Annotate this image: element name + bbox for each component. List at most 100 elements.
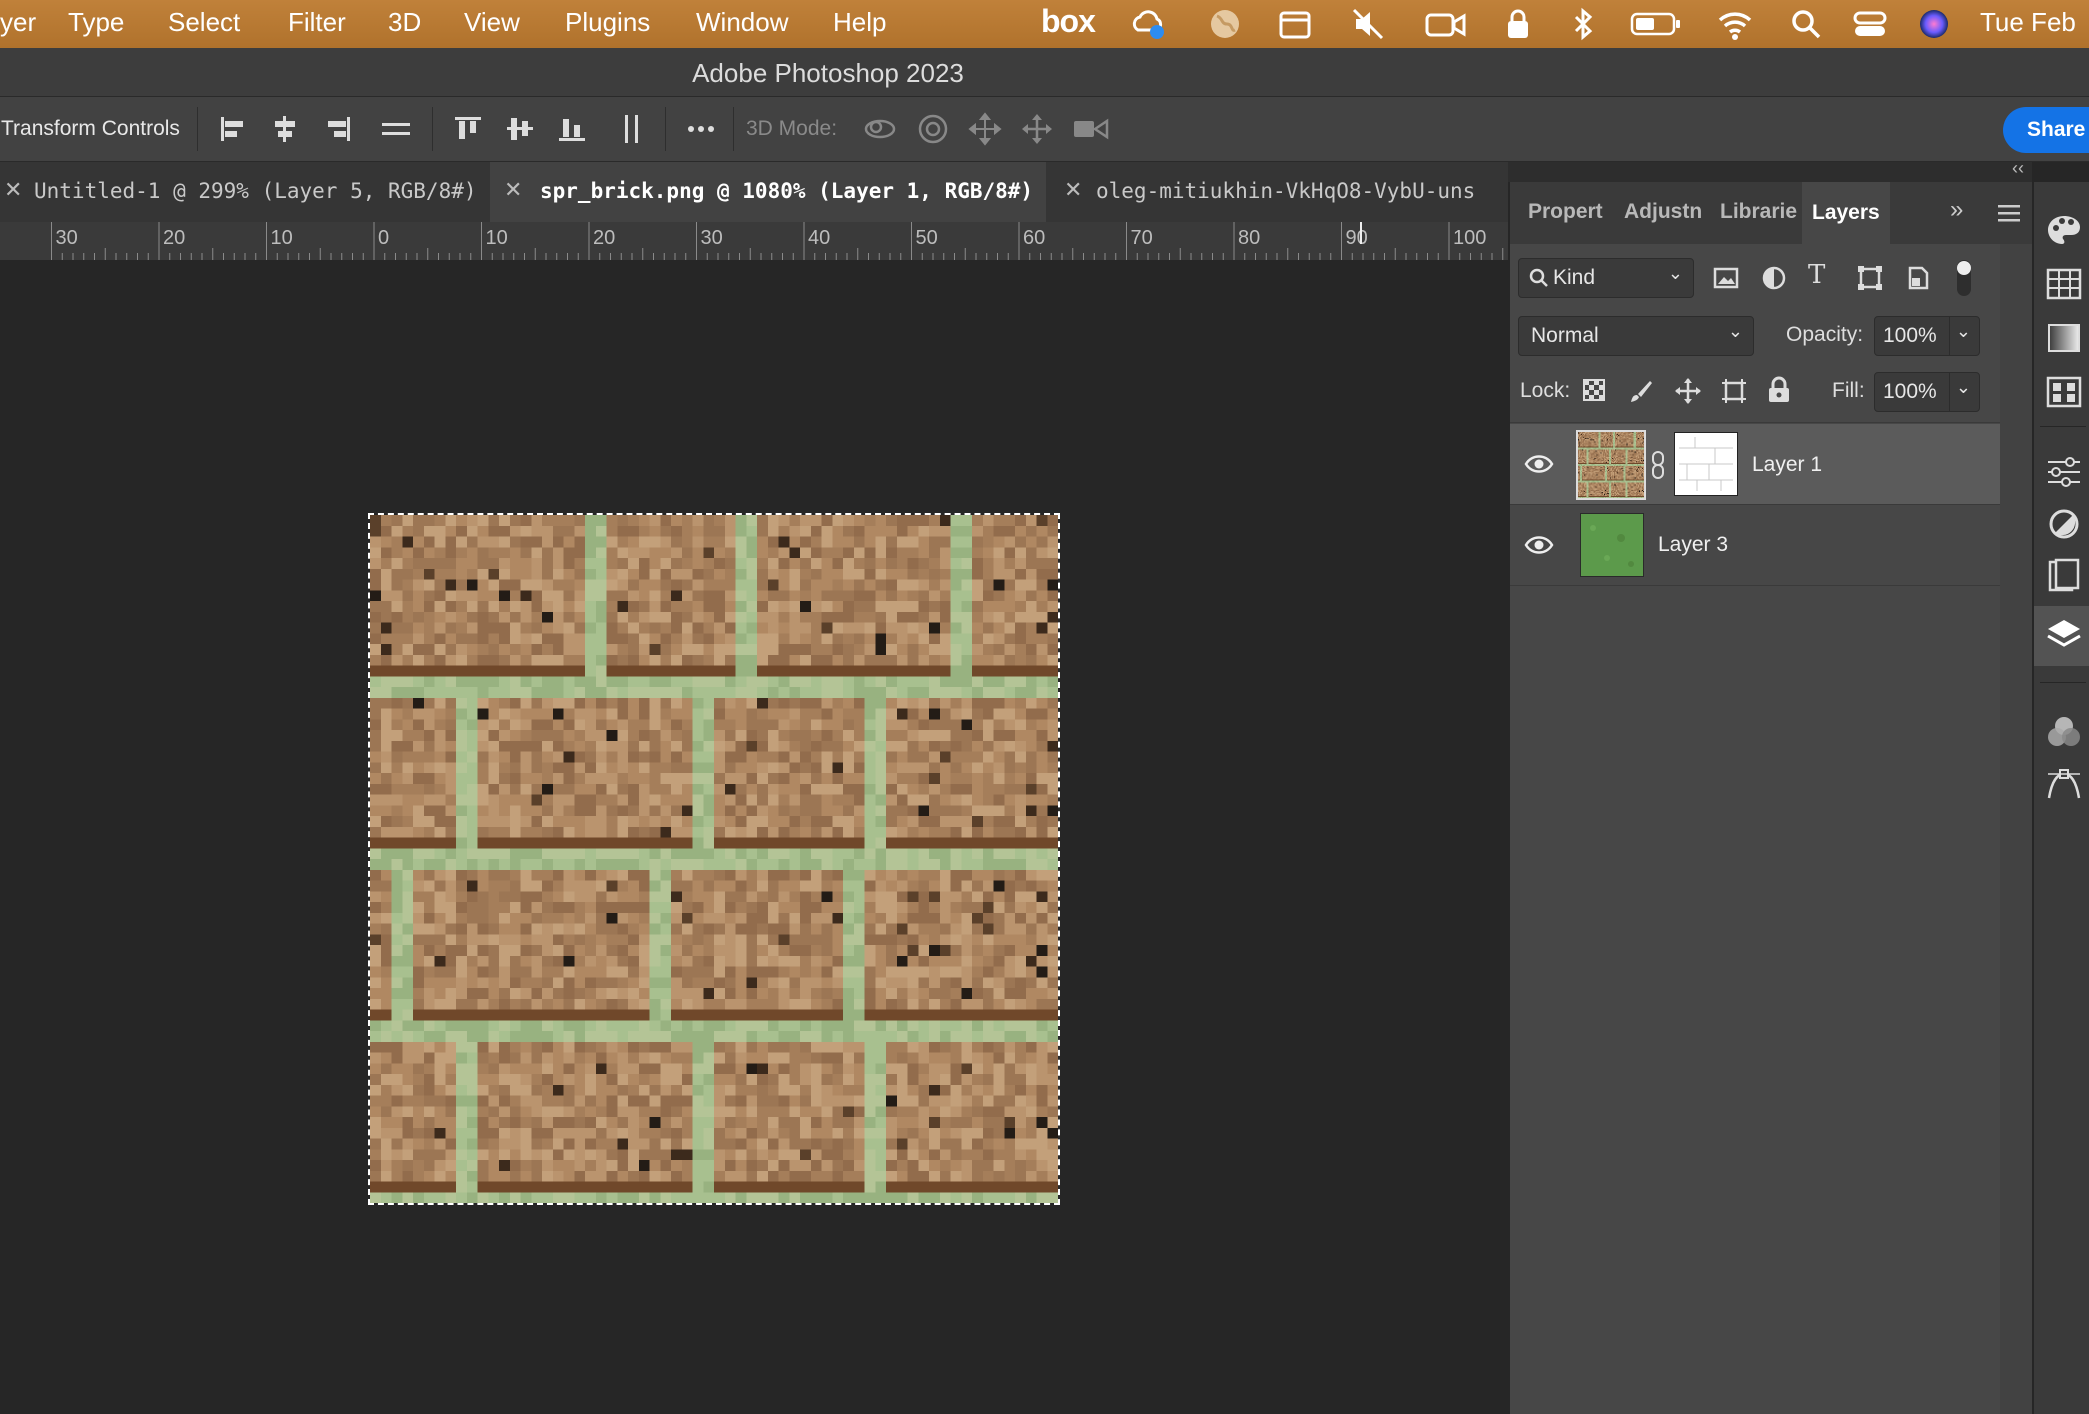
brick-pixel [434,891,446,902]
brick-pixel [789,955,800,967]
video-camera-icon[interactable] [1424,6,1468,42]
close-icon[interactable]: ✕ [504,178,522,203]
lock-all-icon[interactable] [1766,376,1792,404]
lock-image-pixels-brush-icon[interactable] [1628,378,1654,404]
globe-icon[interactable] [1207,6,1243,42]
menu-view[interactable]: View [464,7,520,38]
menu-window[interactable]: Window [696,7,788,38]
document-canvas-brick-texture[interactable] [368,513,1060,1205]
doc-tab-oleg-mitiukhin[interactable]: ✕ oleg-mitiukhin-VkHqO8-VybU-uns [1060,162,1508,222]
search-icon[interactable] [1788,6,1824,42]
filter-pixel-icon[interactable] [1712,264,1740,292]
expand-panel-icon[interactable]: » [1950,196,1963,224]
brick-pixel [982,568,994,580]
opacity-field[interactable]: 100% ⌄ [1874,316,1980,356]
brick-pixel [724,730,736,741]
menu-type[interactable]: Type [68,7,124,38]
transform-controls-checkbox[interactable]: Transform Controls [1,117,180,141]
more-options-icon[interactable] [683,111,719,147]
tab-layers[interactable]: Layers [1802,182,1890,244]
align-vertical-center-icon[interactable] [502,111,538,147]
brick-pixel [413,622,424,634]
layer-row-layer-1[interactable]: Layer 1 [1510,424,2000,504]
tab-libraries[interactable]: Librarie [1720,200,1800,224]
distribute-icon[interactable] [378,111,414,147]
brick-pixel [1025,1020,1037,1031]
brick-pixel [1047,1170,1058,1182]
tab-adjustments[interactable]: Adjustn [1624,200,1708,224]
close-icon[interactable]: ✕ [1064,178,1082,203]
align-right-icon[interactable] [320,111,356,147]
distribute-vertical-icon[interactable] [614,111,650,147]
align-horizontal-center-icon[interactable] [267,111,303,147]
brick-pixel [907,923,919,935]
bluetooth-icon[interactable] [1565,6,1601,42]
scale-3d-camera-icon[interactable] [1071,111,1111,147]
brick-pixel [574,816,585,827]
horizontal-ruler[interactable]: 30 20 10 0 10 20 30 40 50 60 70 80 90 100 [0,222,1508,261]
brick-pixel [982,515,994,526]
lock-icon[interactable] [1500,6,1536,42]
clock[interactable]: Tue Feb [1980,7,2076,38]
tab-properties[interactable]: Propert [1528,200,1608,224]
brick-pixel [413,762,424,773]
battery-icon[interactable] [1630,6,1682,42]
siri-icon[interactable] [1916,6,1952,42]
brick-pixel [692,826,704,838]
thumbnail-pixel [1625,435,1627,437]
calendar-icon[interactable] [1277,6,1313,42]
panel-menu-icon[interactable] [1998,204,2020,222]
chevron-down-icon[interactable]: ⌄ [1956,321,1971,342]
brick-pixel [810,816,822,827]
align-top-icon[interactable] [450,111,486,147]
orbit-3d-icon[interactable] [862,111,898,147]
filter-smart-object-icon[interactable] [1904,264,1932,292]
menu-layer[interactable]: yer [0,7,36,38]
blend-mode-dropdown[interactable]: Normal ⌄ [1518,316,1754,356]
align-left-icon[interactable] [215,111,251,147]
layer-thumbnail[interactable] [1576,430,1646,500]
control-center-icon[interactable] [1852,6,1888,42]
doc-tab-spr-brick[interactable]: ✕ spr_brick.png @ 1080% (Layer 1, RGB/8#… [490,162,1046,222]
filter-shape-icon[interactable] [1856,264,1884,292]
share-button[interactable]: Share [2003,107,2089,153]
menu-plugins[interactable]: Plugins [565,7,650,38]
brick-pixel [574,988,585,999]
menu-help[interactable]: Help [833,7,886,38]
creative-cloud-icon[interactable] [1130,6,1166,42]
brick-pixel [864,622,876,634]
thumbnail-pixel [1619,440,1621,442]
brick-pixel [939,536,951,548]
roll-3d-icon[interactable] [915,111,951,147]
lock-position-move-icon[interactable] [1674,377,1702,405]
brick-pixel [649,644,661,655]
canvas-area[interactable] [0,260,1508,1414]
menu-select[interactable]: Select [168,7,240,38]
collapse-panels-icon[interactable]: ‹‹ [2012,158,2024,179]
mute-icon[interactable] [1350,6,1386,42]
chevron-down-icon[interactable]: ⌄ [1956,377,1971,398]
lock-artboard-icon[interactable] [1720,377,1748,405]
brick-pixel [961,773,972,784]
menu-3d[interactable]: 3D [388,7,421,38]
align-bottom-icon[interactable] [554,111,590,147]
brick-pixel [585,848,596,859]
lock-transparent-pixels-icon[interactable] [1582,378,1606,402]
pan-3d-icon[interactable] [967,111,1003,147]
fill-field[interactable]: 100% ⌄ [1874,372,1980,412]
slide-3d-icon[interactable] [1019,111,1055,147]
close-icon[interactable]: ✕ [4,178,22,203]
filter-toggle-switch[interactable] [1954,258,1974,298]
visibility-eye-icon[interactable] [1524,452,1554,476]
doc-tab-label: oleg-mitiukhin-VkHqO8-VybU-uns [1096,179,1476,203]
menu-filter[interactable]: Filter [288,7,346,38]
wifi-icon[interactable] [1717,6,1753,42]
box-logo[interactable]: box [1041,3,1096,40]
brick-pixel [1047,783,1058,795]
doc-tab-untitled-1[interactable]: ✕ Untitled-1 @ 299% (Layer 5, RGB/8#) * [0,162,488,222]
brick-pixel [1015,998,1026,1010]
layer-filter-dropdown[interactable]: Kind ⌄ [1518,258,1694,298]
filter-type-icon[interactable]: T [1808,260,1825,290]
filter-adjustment-icon[interactable] [1760,264,1788,292]
brick-pixel [391,923,403,935]
